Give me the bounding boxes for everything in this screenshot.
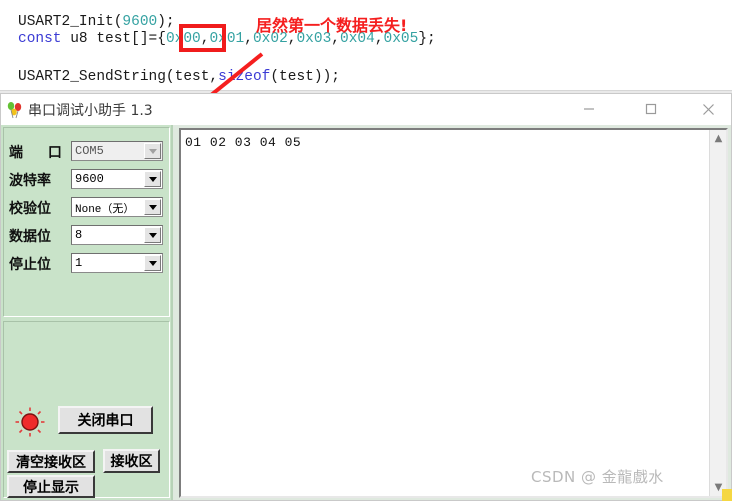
port-select[interactable]: COM5: [71, 141, 163, 161]
receive-area-tab-button[interactable]: 接收区: [103, 449, 160, 473]
received-data-text: 01 02 03 04 05: [185, 135, 302, 150]
minimize-icon: [584, 108, 594, 110]
code-line-init: USART2_Init(9600);: [18, 14, 175, 30]
app-balloons-icon: [7, 102, 22, 119]
annotation-label: 居然第一个数据丢失!: [256, 16, 408, 35]
setting-label-stopbits: 停止位: [9, 257, 51, 273]
annotation-highlight-box: [179, 24, 226, 52]
chevron-down-icon[interactable]: [144, 227, 161, 243]
scroll-up-icon[interactable]: ▲: [710, 130, 726, 147]
parity-select-value: None（无）: [75, 204, 135, 216]
receive-display-area[interactable]: 01 02 03 04 05 ▲ ▼: [179, 128, 728, 498]
databits-select-value: 8: [75, 228, 83, 242]
code-token-number: 9600: [122, 14, 158, 30]
window-titlebar[interactable]: 串口调试小助手 1.3: [1, 94, 731, 126]
stop-display-button[interactable]: 停止显示: [7, 475, 95, 498]
bottom-right-accent: [722, 489, 732, 501]
setting-label-port: 端 口: [9, 145, 72, 161]
serial-debug-window: 串口调试小助手 1.3 端 口 COM5 波特率 9600 校验位 None（无…: [0, 93, 732, 501]
setting-label-databits: 数据位: [9, 229, 51, 245]
minimize-button[interactable]: [566, 94, 612, 124]
parity-select[interactable]: None（无）: [71, 197, 163, 217]
port-select-value: COM5: [75, 144, 104, 158]
settings-panel: 端 口 COM5 波特率 9600 校验位 None（无） 数据位 8 停止位 …: [1, 125, 173, 500]
close-icon: [702, 103, 714, 115]
code-token: (test));: [270, 69, 340, 85]
setting-label-parity: 校验位: [9, 201, 51, 217]
maximize-icon: [645, 103, 657, 115]
chevron-down-icon[interactable]: [144, 199, 161, 215]
chevron-down-icon[interactable]: [144, 143, 161, 159]
code-token: };: [418, 31, 436, 47]
chevron-down-icon[interactable]: [144, 171, 161, 187]
receive-area-scrollbar[interactable]: ▲ ▼: [709, 130, 726, 496]
databits-select[interactable]: 8: [71, 225, 163, 245]
stopbits-select-value: 1: [75, 256, 83, 270]
close-button[interactable]: [685, 94, 731, 124]
code-token: ,: [244, 31, 253, 47]
window-title: 串口调试小助手 1.3: [28, 103, 153, 119]
setting-label-baudrate: 波特率: [9, 173, 51, 189]
code-token: u8 test[]={: [61, 31, 166, 47]
baudrate-select-value: 9600: [75, 172, 104, 186]
stopbits-select[interactable]: 1: [71, 253, 163, 273]
window-client-area: 端 口 COM5 波特率 9600 校验位 None（无） 数据位 8 停止位 …: [1, 125, 731, 500]
clear-receive-button[interactable]: 清空接收区: [7, 450, 95, 473]
baudrate-select[interactable]: 9600: [71, 169, 163, 189]
toggle-port-button[interactable]: 关闭串口: [58, 406, 153, 434]
chevron-down-icon[interactable]: [144, 255, 161, 271]
maximize-button[interactable]: [628, 94, 674, 124]
code-token-keyword: const: [18, 31, 62, 47]
red-led-indicator-icon: [15, 407, 45, 437]
code-token: );: [157, 14, 175, 30]
code-token: USART2_Init(: [18, 14, 123, 30]
